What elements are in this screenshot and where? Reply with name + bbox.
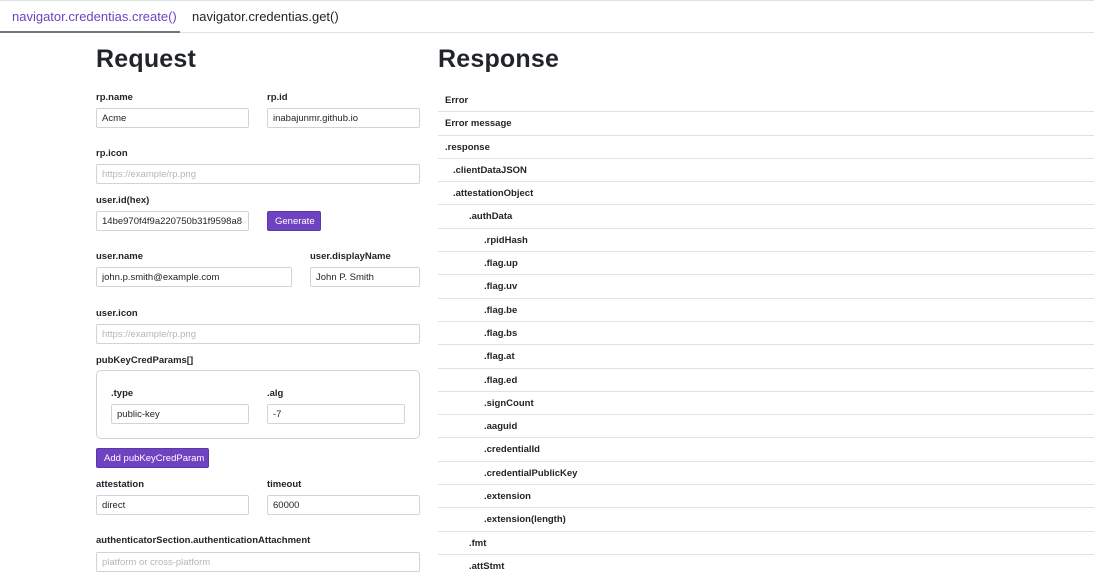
attestation-label: attestation	[96, 479, 145, 490]
param-alg-input[interactable]	[267, 404, 405, 424]
timeout-label: timeout	[267, 479, 302, 490]
param-type-label: .type	[111, 388, 134, 399]
rp-name-label: rp.name	[96, 92, 133, 103]
user-icon-label: user.icon	[96, 308, 138, 319]
response-row: .authData	[438, 205, 1094, 229]
user-id-label: user.id(hex)	[96, 195, 150, 206]
response-row: .rpidHash	[438, 229, 1094, 253]
response-row: .credentialPublicKey	[438, 462, 1094, 486]
response-row: .fmt	[438, 532, 1094, 555]
response-row: Error message	[438, 112, 1094, 136]
tab-create[interactable]: navigator.credentias.create()	[0, 1, 180, 33]
response-row: .credentialId	[438, 438, 1094, 462]
response-row: .flag.bs	[438, 322, 1094, 346]
add-pub-key-cred-param-button[interactable]: Add pubKeyCredParam	[96, 448, 209, 468]
response-row: .flag.be	[438, 299, 1094, 322]
authenticator-attachment-input[interactable]	[96, 552, 420, 572]
authenticator-attachment-label: authenticatorSection.authenticationAttac…	[96, 535, 311, 546]
user-display-name-input[interactable]	[310, 267, 420, 287]
response-row: .clientDataJSON	[438, 159, 1094, 183]
response-row: Error	[438, 89, 1094, 113]
response-row: .flag.up	[438, 252, 1094, 276]
param-alg-label: .alg	[267, 388, 284, 399]
response-row: .extension	[438, 485, 1094, 509]
response-row: .signCount	[438, 392, 1094, 416]
tab-get[interactable]: navigator.credentias.get()	[180, 1, 339, 33]
response-row: .flag.at	[438, 345, 1094, 369]
generate-button[interactable]: Generate	[267, 211, 321, 231]
response-row: .flag.uv	[438, 275, 1094, 299]
tab-bar: navigator.credentias.create() navigator.…	[0, 0, 1094, 33]
param-type-input[interactable]	[111, 404, 249, 424]
user-name-input[interactable]	[96, 267, 292, 287]
response-row: .response	[438, 136, 1094, 159]
rp-id-label: rp.id	[267, 92, 288, 103]
timeout-input[interactable]	[267, 495, 420, 515]
user-id-input[interactable]	[96, 211, 249, 231]
rp-name-input[interactable]	[96, 108, 249, 128]
response-title: Response	[438, 45, 560, 73]
response-row: .attestationObject	[438, 182, 1094, 206]
request-title: Request	[96, 45, 197, 73]
user-display-name-label: user.displayName	[310, 251, 391, 262]
response-row: .aaguid	[438, 415, 1094, 439]
attestation-input[interactable]	[96, 495, 249, 515]
pub-key-cred-params-label: pubKeyCredParams[]	[96, 355, 194, 366]
rp-icon-label: rp.icon	[96, 148, 128, 159]
response-table: Error Error message .response .clientDataJS…	[438, 89, 1094, 572]
rp-id-input[interactable]	[267, 108, 420, 128]
response-row: .flag.ed	[438, 369, 1094, 392]
response-row: .extension(length)	[438, 508, 1094, 532]
response-row: .attStmt	[438, 555, 1094, 572]
rp-icon-input[interactable]	[96, 164, 420, 184]
user-icon-input[interactable]	[96, 324, 420, 344]
user-name-label: user.name	[96, 251, 143, 262]
